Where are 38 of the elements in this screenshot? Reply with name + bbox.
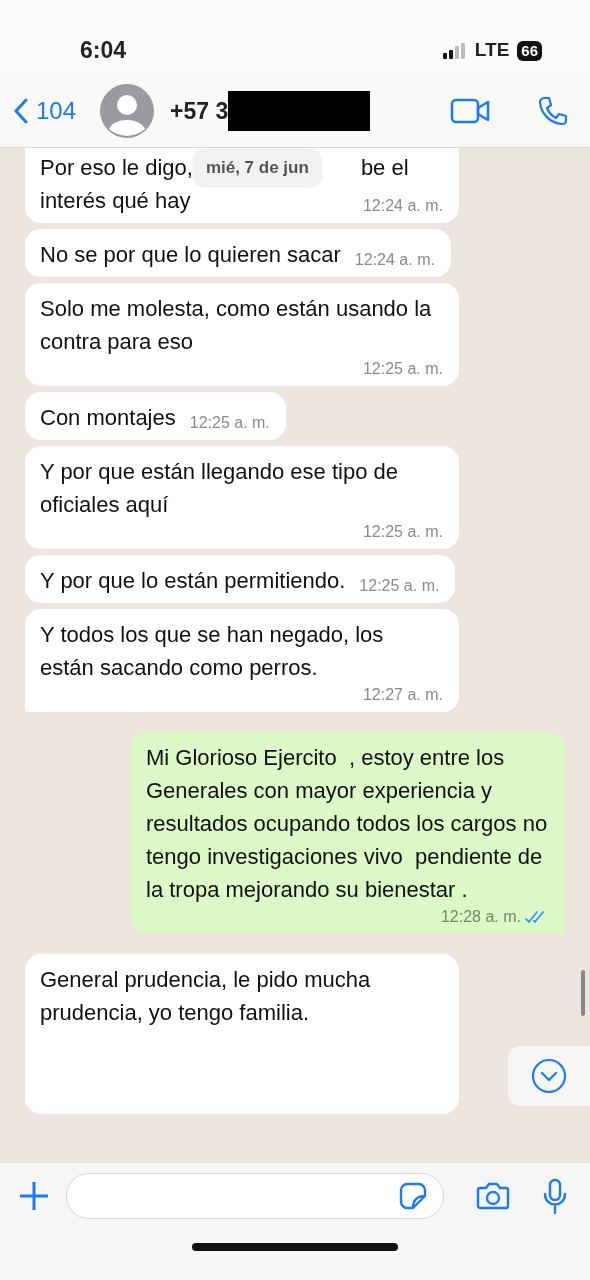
message-text: Solo me molesta, como están usando la contra para eso — [40, 295, 433, 356]
message-text: Y por que lo están permitiendo. — [40, 567, 346, 595]
message-text: be el — [360, 154, 409, 182]
video-call-icon[interactable] — [450, 98, 490, 124]
message-text: General prudencia, le pido mucha prudencia, yo tengo familia. — [40, 966, 372, 1027]
message-text: No se por que lo quieren sacar — [40, 241, 341, 269]
message-time: 12:25 a. m. — [188, 413, 270, 433]
message-input-field[interactable] — [66, 1173, 444, 1219]
message-text: Con montajes — [40, 404, 176, 432]
signal-icon — [442, 42, 467, 59]
message-time: 12:24 a. m. — [361, 196, 443, 216]
message-text: Y todos los que se han negado, los están sacando como perros. — [40, 621, 385, 682]
microphone-button[interactable] — [542, 1178, 568, 1214]
message-text: interés qué hay — [40, 187, 191, 215]
status-time: 6:04 — [80, 36, 127, 66]
message-time: 12:27 a. m. — [361, 685, 443, 705]
message-time: 12:25 a. m. — [361, 359, 443, 379]
date-label: mié, 7 de jun — [192, 149, 322, 186]
message-time: 12:28 a. m. — [439, 907, 521, 927]
back-button[interactable]: 104 — [14, 93, 77, 129]
message-time: 12:25 a. m. — [358, 576, 440, 596]
battery-level: 66 — [517, 40, 542, 61]
message-text: Mi Glorioso Ejercito , estoy entre los Generales con mayor experiencia y resultados ocupando todos los cargos no tengo investigaciones vivo pendiente de la tropa mejorando su bienestar . — [146, 744, 549, 904]
contact-name[interactable]: +57 3 — [170, 93, 229, 129]
chevron-down-icon — [531, 1058, 567, 1094]
scroll-down-button[interactable] — [508, 1046, 590, 1106]
phone-call-icon[interactable] — [538, 96, 568, 126]
message-time: 12:24 a. m. — [353, 250, 435, 270]
chevron-left-icon — [14, 98, 28, 124]
message-text: Y por que están llegando ese tipo de oficiales aquí — [40, 458, 399, 519]
sticker-icon[interactable] — [399, 1182, 427, 1210]
camera-button[interactable] — [476, 1182, 510, 1210]
message-time: 12:25 a. m. — [361, 522, 443, 542]
scrollbar[interactable] — [581, 970, 585, 1016]
avatar-icon[interactable] — [100, 84, 155, 138]
attach-button[interactable] — [18, 1180, 50, 1212]
network-label: LTE — [474, 38, 510, 63]
message-text: Por eso le digo, — [40, 154, 193, 182]
